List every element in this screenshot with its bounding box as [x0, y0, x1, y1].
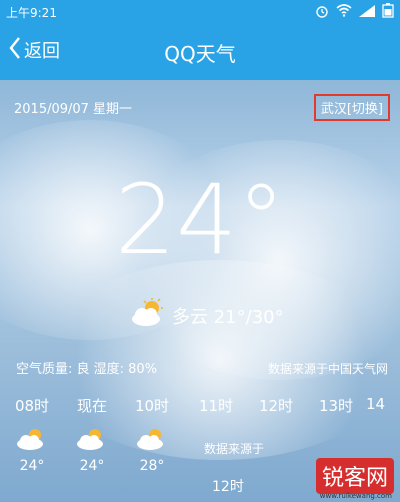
- hour-time: 11时: [198, 397, 234, 415]
- hour-item: 13时: [312, 395, 360, 422]
- date-label: 2015/09/07 星期一: [14, 102, 133, 117]
- hour-time: 12时: [258, 397, 294, 415]
- hour-time: 13时: [318, 397, 354, 415]
- hour-temp: 24°: [19, 458, 45, 474]
- hour-time-overlay: 12时: [212, 479, 244, 495]
- alarm-icon: [315, 4, 329, 21]
- data-source-label: 数据来源于中国天气网: [267, 362, 388, 376]
- hour-item: 14: [366, 395, 400, 419]
- status-bar: 上午9:21: [0, 0, 400, 24]
- hour-item: 08时 24°: [8, 395, 56, 474]
- page-title: QQ天气: [164, 42, 236, 66]
- hour-time: 08时: [14, 397, 50, 415]
- watermark: 锐客网 www.ruikewang.com: [274, 458, 394, 500]
- hour-time: 14: [366, 395, 386, 413]
- partly-cloudy-icon: [128, 298, 168, 333]
- battery-icon: [382, 3, 394, 21]
- data-source-overlay: 数据来源于: [204, 442, 265, 456]
- partly-cloudy-icon: [137, 429, 163, 450]
- wifi-icon: [336, 4, 352, 20]
- current-temperature: 24°: [114, 164, 286, 276]
- hour-time: 现在: [76, 397, 107, 415]
- hour-item: 12时: [252, 395, 300, 422]
- condition-text: 多云 21°/30°: [172, 306, 284, 328]
- watermark-brand: 锐客网: [315, 458, 394, 494]
- watermark-url: www.ruikewang.com: [319, 492, 392, 500]
- hour-item: 10时 28°: [128, 395, 176, 474]
- signal-icon: [359, 4, 375, 20]
- hour-temp: 24°: [79, 458, 105, 474]
- status-time: 上午9:21: [6, 6, 57, 20]
- air-quality-humidity: 空气质量: 良 湿度: 80%: [16, 362, 158, 377]
- hour-temp: 28°: [139, 458, 165, 474]
- partly-cloudy-icon: [77, 429, 103, 450]
- partly-cloudy-icon: [17, 429, 43, 450]
- hour-item: 现在 24°: [68, 395, 116, 474]
- condition-row: 多云 21°/30°: [128, 298, 284, 333]
- weather-panel: 2015/09/07 星期一 武汉[切换] 24° 多云 21°/30° 空气质…: [0, 80, 400, 502]
- hour-item: 11时: [192, 395, 240, 422]
- hour-time: 10时: [134, 397, 170, 415]
- status-icons: [315, 3, 394, 21]
- nav-bar: 返回 QQ天气: [0, 24, 400, 80]
- city-switch-button[interactable]: 武汉[切换]: [313, 94, 390, 121]
